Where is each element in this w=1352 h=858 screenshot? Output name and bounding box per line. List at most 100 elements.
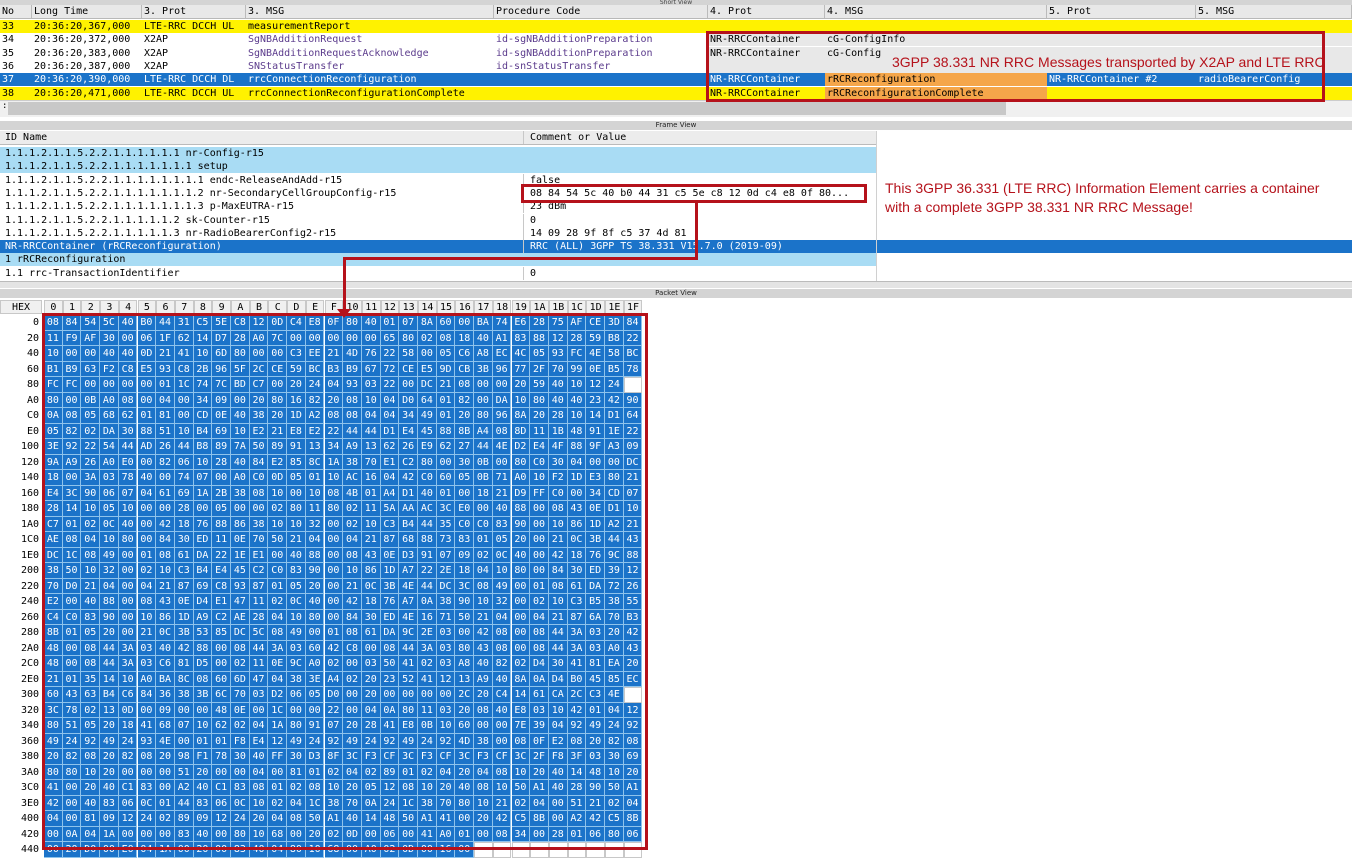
frame-view-scrollbar[interactable] xyxy=(0,281,1352,288)
column-header[interactable]: 4. MSG xyxy=(825,5,1047,18)
ie-value: 0 xyxy=(523,213,876,227)
hex-row-offset: 20 xyxy=(26,332,39,344)
hex-column-header: 1D xyxy=(586,300,605,314)
short-view-scrollbar[interactable]: : xyxy=(0,100,1352,117)
hex-corner-label: HEX xyxy=(0,300,42,314)
cell-pc xyxy=(494,73,708,86)
frame-view-divider xyxy=(876,131,877,281)
hex-column-header: 18 xyxy=(492,300,512,314)
cell-time: 20:36:20,387,000 xyxy=(34,60,131,72)
hex-column-header: 11 xyxy=(361,300,381,314)
hex-row-offset: 200 xyxy=(20,565,39,576)
hex-column-header: 9 xyxy=(212,300,231,314)
hex-row-offset: 2C0 xyxy=(20,658,39,669)
hex-column-header: 1A xyxy=(530,300,549,314)
hex-row-offset: 160 xyxy=(20,487,39,499)
column-header[interactable]: 5. MSG xyxy=(1196,5,1352,18)
ie-name: NR-RRCContainer (rRCReconfiguration) xyxy=(5,241,222,253)
hex-column-header: 8 xyxy=(193,300,213,314)
cell-time: 20:36:20,383,000 xyxy=(34,47,131,59)
ie-name: 1.1.1.2.1.1.5.2.2.1.1.1.1.1.3 nr-RadioBe… xyxy=(5,227,337,239)
cell-m3: SgNBAdditionRequestAcknowledge xyxy=(248,47,429,59)
hex-row-offset: 120 xyxy=(20,456,39,468)
ie-name: 1.1.1.2.1.1.5.2.2.1.1.1.1.1.1.1.1 endc-R… xyxy=(5,174,343,186)
cell-pc xyxy=(494,87,708,100)
cell-m3: rrcConnectionReconfiguration xyxy=(248,74,417,86)
column-header[interactable]: 3. MSG xyxy=(246,5,494,18)
scroll-marker: : xyxy=(2,101,8,111)
hex-column-header: 1 xyxy=(62,300,82,314)
cell-no: 38 xyxy=(2,87,15,99)
cell-p3: LTE-RRC DCCH DL xyxy=(144,74,235,86)
ie-value: RRC (ALL) 3GPP TS 38.331 V15.7.0 (2019-0… xyxy=(523,240,876,254)
ie-annotation-note: This 3GPP 36.331 (LTE RRC) Information E… xyxy=(885,180,1320,215)
column-header[interactable]: No xyxy=(0,5,32,18)
packet-view-title: Packet View xyxy=(0,289,1352,298)
cell-m3: SNStatusTransfer xyxy=(248,60,345,72)
hex-row-offset: C0 xyxy=(26,410,39,421)
frame-view-row[interactable]: 1.1.1.2.1.1.5.2.2.1.1.1.1.1.2 sk-Counter… xyxy=(0,213,876,227)
cell-time: 20:36:20,367,000 xyxy=(34,21,131,32)
column-header[interactable]: Long Time xyxy=(32,5,142,18)
hex-row-offset: 3E0 xyxy=(20,797,39,809)
hex-column-header: 3 xyxy=(100,300,119,314)
hex-column-header: 14 xyxy=(418,300,437,314)
hex-column-header: 13 xyxy=(399,300,418,314)
hex-row-offset: 60 xyxy=(26,363,39,375)
hex-column-header: 1B xyxy=(548,300,568,314)
cell-pc: id-snStatusTransfer xyxy=(496,60,611,72)
hex-column-header: 1F xyxy=(623,300,643,314)
hex-column-header: A xyxy=(231,300,250,314)
column-header[interactable]: Comment or Value xyxy=(523,131,876,144)
column-header[interactable]: 5. Prot xyxy=(1047,5,1196,18)
frame-view-row[interactable]: 1.1.1.2.1.1.5.2.2.1.1.1.1.1.1.1 setup xyxy=(0,160,876,174)
column-header[interactable]: 3. Prot xyxy=(142,5,246,18)
hex-column-header: 4 xyxy=(118,300,138,314)
frame-view-row[interactable]: 1.1.1.2.1.1.5.2.2.1.1.1.1.1.3 nr-RadioBe… xyxy=(0,226,876,240)
scrollbar-thumb[interactable] xyxy=(8,102,1006,115)
hex-column-header: 0 xyxy=(44,300,63,314)
hex-row-offset: 40 xyxy=(26,348,39,359)
cell-pc xyxy=(494,20,708,33)
ie-value: 14 09 28 9f 8f c5 37 4d 81 xyxy=(523,226,876,240)
short-view-header: No Long Time 3. Prot 3. MSG Procedure Code 4.… xyxy=(0,5,1352,19)
cell-m3: measurementReport xyxy=(248,21,351,32)
frame-view-row[interactable]: NR-RRCContainer (rRCReconfiguration) RRC … xyxy=(0,240,1352,254)
hex-row-offset: 2E0 xyxy=(20,673,39,685)
hex-row-offset: 2A0 xyxy=(20,642,39,654)
cell-pc: id-sgNBAdditionPreparation xyxy=(496,47,653,59)
hex-row-offset: 1A0 xyxy=(20,518,39,530)
frame-view-row[interactable]: 1.1.1.2.1.1.5.2.2.1.1.1.1.1.1 nr-Config-… xyxy=(0,147,876,160)
container-value-highlight-box xyxy=(521,184,867,203)
hex-row-offset: 320 xyxy=(20,704,39,716)
hex-row-offset: 420 xyxy=(20,828,39,840)
hex-row-offset: 400 xyxy=(20,813,39,824)
hex-column-header: 1C xyxy=(567,300,587,314)
hex-column-header: D xyxy=(287,300,306,314)
hex-column-header: B xyxy=(249,300,269,314)
ie-name: 1.1.1.2.1.1.5.2.2.1.1.1.1.1.1.1.2 nr-Sec… xyxy=(5,187,397,199)
cell-time: 20:36:20,390,000 xyxy=(34,74,131,86)
connector-line-vertical-2 xyxy=(343,257,346,312)
hex-row-offset: 380 xyxy=(20,751,39,762)
hex-row-offset: 300 xyxy=(20,689,39,700)
hex-row-offset: E0 xyxy=(26,425,39,437)
hex-column-header: 5 xyxy=(137,300,157,314)
hex-row-offset: 440 xyxy=(20,844,39,855)
ie-name: 1.1 rrc-TransactionIdentifier xyxy=(5,267,180,279)
column-header[interactable]: Procedure Code xyxy=(494,5,708,18)
hex-column-header: 2 xyxy=(81,300,101,314)
cell-no: 34 xyxy=(2,34,15,46)
hex-column-header: C xyxy=(268,300,288,314)
column-header[interactable]: 4. Prot xyxy=(708,5,825,18)
hex-row-offset: 1C0 xyxy=(20,534,39,545)
hex-column-header: E xyxy=(305,300,325,314)
hex-column-header: 7 xyxy=(174,300,194,314)
frame-view-row[interactable]: 1.1 rrc-TransactionIdentifier 0 xyxy=(0,266,876,280)
cell-no: 35 xyxy=(2,47,15,59)
column-header[interactable]: ID Name xyxy=(0,131,522,144)
frame-view-title: Frame View xyxy=(0,121,1352,130)
hex-row-offset: A0 xyxy=(26,394,39,406)
cell-p3: LTE-RRC DCCH UL xyxy=(144,87,235,99)
connector-line-horizontal xyxy=(343,257,698,260)
